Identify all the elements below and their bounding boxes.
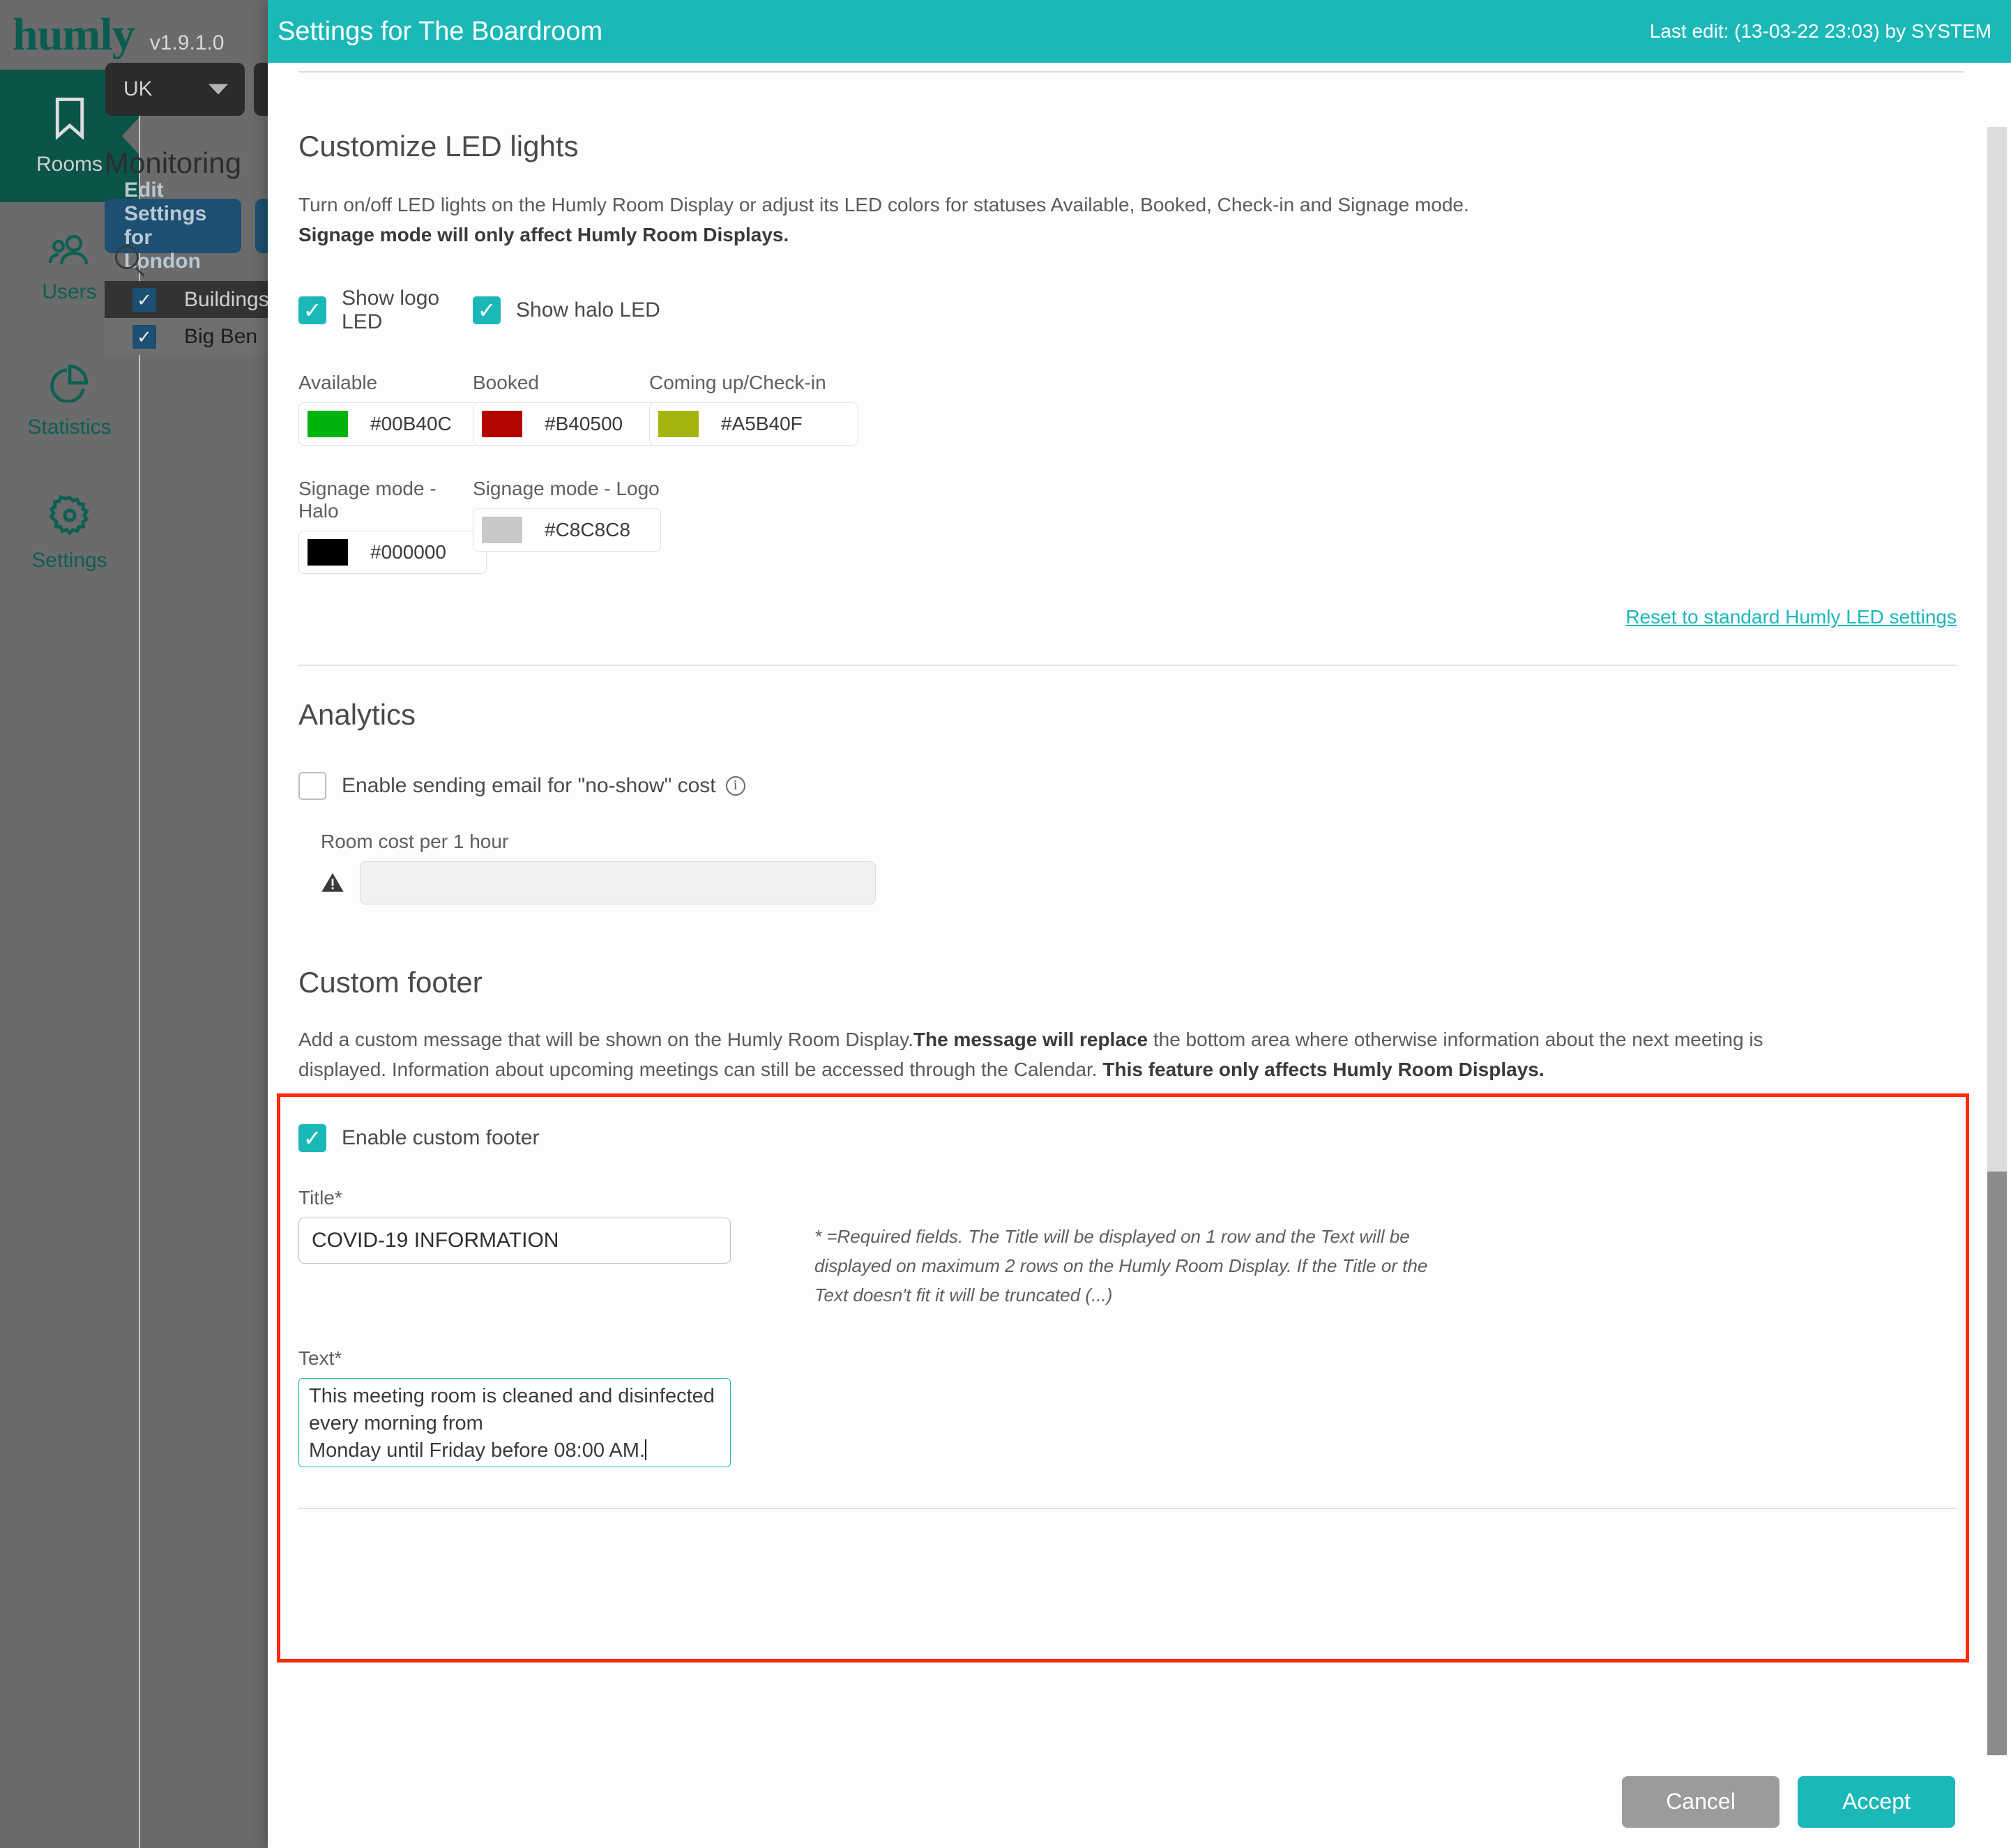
logo-text: humly — [13, 9, 135, 60]
sidebar-item-label: Users — [42, 280, 97, 303]
color-label: Available — [298, 371, 378, 393]
color-field-signage-logo: Signage mode - Logo #C8C8C8 — [473, 478, 661, 574]
room-cost-input[interactable] — [360, 861, 876, 904]
color-hex-value: #A5B40F — [721, 412, 803, 434]
color-picker-coming-up[interactable]: #A5B40F — [649, 402, 858, 446]
cf-desc-part1: Add a custom message that will be shown … — [298, 1028, 913, 1050]
custom-footer-description: Add a custom message that will be shown … — [298, 1024, 1791, 1085]
scrollbar-thumb[interactable] — [1987, 1172, 2007, 1755]
show-halo-led-label: Show halo LED — [516, 298, 660, 321]
color-label: Signage mode - Halo — [298, 477, 437, 522]
color-hex-value: #000000 — [370, 540, 447, 563]
cancel-button[interactable]: Cancel — [1622, 1775, 1779, 1828]
enable-noshow-email-row[interactable]: Enable sending email for "no-show" cost … — [298, 771, 1973, 800]
color-swatch — [482, 410, 522, 437]
color-swatch — [482, 516, 522, 543]
row-checkbox[interactable]: ✓ — [132, 287, 156, 312]
region-dropdown[interactable]: UK — [105, 63, 245, 116]
enable-noshow-email-checkbox[interactable] — [298, 771, 326, 800]
sidebar-item-settings[interactable]: Settings — [0, 467, 139, 600]
sidebar-item-label: Rooms — [36, 152, 103, 176]
color-field-available: Available #00B40C — [298, 371, 487, 446]
reset-led-settings-link[interactable]: Reset to standard Humly LED settings — [1625, 606, 1957, 628]
chevron-down-icon — [208, 84, 228, 95]
modal-header: Settings for The Boardroom Last edit: (1… — [268, 0, 2011, 63]
led-desc-normal: Turn on/off LED lights on the Humly Room… — [298, 194, 1469, 215]
led-section: Customize LED lights Turn on/off LED lig… — [268, 130, 2004, 666]
row-checkbox[interactable]: ✓ — [132, 324, 156, 349]
enable-noshow-email-label: Enable sending email for "no-show" cost — [342, 773, 716, 797]
analytics-section: Analytics Enable sending email for "no-s… — [268, 698, 2004, 904]
accept-button[interactable]: Accept — [1798, 1775, 1955, 1828]
color-label: Coming up/Check-in — [649, 371, 826, 393]
led-section-title: Customize LED lights — [298, 130, 579, 162]
led-desc-bold: Signage mode will only affect Humly Room… — [298, 224, 789, 246]
show-halo-led-checkbox[interactable]: ✓ — [473, 296, 501, 324]
brand-logo[interactable]: humly v1.9.1.0 — [0, 6, 2011, 61]
color-label: Signage mode - Logo — [473, 477, 660, 499]
show-halo-led-row[interactable]: ✓ Show halo LED — [473, 287, 660, 334]
row-name: Big Ben — [184, 324, 258, 348]
cf-desc-bold1: The message will replace — [913, 1028, 1148, 1050]
color-picker-signage-logo[interactable]: #C8C8C8 — [473, 508, 661, 552]
color-picker-available[interactable]: #00B40C — [298, 402, 487, 446]
show-logo-led-row[interactable]: ✓ Show logo LED — [298, 287, 473, 334]
show-logo-led-checkbox[interactable]: ✓ — [298, 296, 326, 324]
pie-chart-icon — [50, 363, 90, 406]
color-picker-signage-halo[interactable]: #000000 — [298, 530, 487, 574]
color-label: Booked — [473, 371, 539, 393]
modal-body: Customize LED lights Turn on/off LED lig… — [268, 63, 2011, 1755]
color-swatch — [308, 538, 348, 566]
sidebar-item-label: Settings — [31, 548, 107, 572]
gear-icon — [48, 494, 90, 539]
room-cost-label: Room cost per 1 hour — [321, 830, 509, 852]
modal-last-edit: Last edit: (13-03-22 23:03) by SYSTEM — [1649, 20, 1991, 42]
color-swatch — [308, 410, 348, 437]
color-hex-value: #00B40C — [370, 412, 452, 434]
custom-footer-highlight-box — [277, 1093, 1969, 1663]
info-icon[interactable]: i — [725, 775, 745, 796]
color-field-signage-halo: Signage mode - Halo #000000 — [298, 477, 487, 574]
top-divider — [298, 71, 1964, 73]
show-logo-led-label: Show logo LED — [342, 286, 440, 333]
modal-title: Settings for The Boardroom — [278, 16, 603, 46]
users-icon — [48, 234, 91, 271]
color-field-booked: Booked #B40500 — [473, 371, 661, 446]
row-name: Buildings — [184, 287, 269, 311]
sidebar-item-label: Statistics — [27, 415, 112, 439]
warning-icon — [321, 871, 344, 895]
color-hex-value: #C8C8C8 — [545, 518, 630, 540]
color-hex-value: #B40500 — [545, 412, 623, 434]
modal-footer: Cancel Accept — [268, 1755, 2011, 1848]
led-section-description: Turn on/off LED lights on the Humly Room… — [298, 190, 1805, 250]
section-divider — [298, 664, 1957, 666]
color-swatch — [658, 410, 699, 437]
color-picker-booked[interactable]: #B40500 — [473, 402, 661, 446]
region-dropdown-value: UK — [123, 77, 153, 100]
custom-footer-title: Custom footer — [298, 965, 483, 999]
cf-desc-bold2: This feature only affects Humly Room Dis… — [1102, 1059, 1545, 1081]
color-field-coming-up: Coming up/Check-in #A5B40F — [649, 372, 858, 446]
version-label: v1.9.1.0 — [149, 31, 225, 54]
analytics-section-title: Analytics — [298, 697, 416, 731]
bookmark-icon — [50, 96, 89, 143]
room-settings-modal: Settings for The Boardroom Last edit: (1… — [268, 0, 2011, 1848]
search-icon[interactable] — [115, 245, 139, 269]
